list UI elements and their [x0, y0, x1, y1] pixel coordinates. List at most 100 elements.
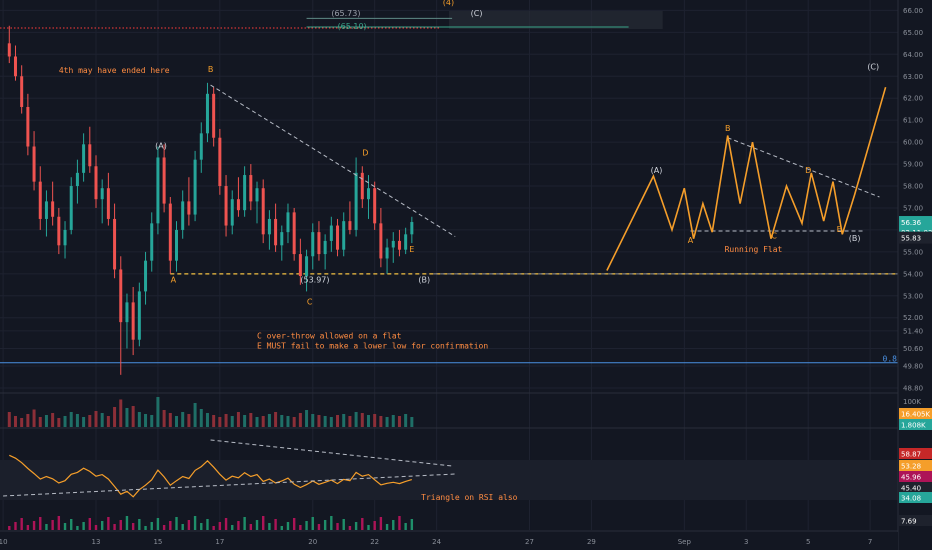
volume-bar [292, 417, 296, 427]
price-tick: 62.00 [903, 95, 923, 103]
rsi-histogram-bar [150, 522, 153, 530]
price-badge-text: 56.36 [901, 219, 922, 227]
candle-body [88, 144, 92, 167]
volume-bar [317, 415, 321, 427]
rsi-histogram-bar [70, 519, 73, 530]
rsi-histogram-bar [367, 525, 370, 530]
volume-bar [205, 413, 209, 427]
price-axis[interactable]: 66.00 65.00 64.00 63.00 62.00 61.00 60.00 59.00… [897, 0, 932, 550]
price-chart[interactable]: 4th may have ended here C over-throw allo… [0, 0, 932, 550]
time-axis-bg [0, 532, 898, 550]
price-tick: 60.00 [903, 139, 923, 147]
wave-label: D [805, 166, 811, 175]
rsi-badge-text: 45.96 [901, 474, 922, 482]
rsi-histogram-bar [212, 526, 215, 530]
volume-bar [13, 416, 17, 427]
candle-body [255, 188, 259, 202]
time-axis[interactable]: 10 13 15 17 20 22 24 27 29 Sep 3 5 7 [0, 532, 898, 550]
volume-bar [94, 411, 98, 427]
rsi-histogram-bar [299, 525, 302, 530]
candle-body [391, 240, 395, 248]
candle-body [150, 223, 154, 261]
candle-body [106, 188, 110, 219]
volume-bar [274, 412, 278, 427]
rsi-histogram-bar [385, 524, 389, 530]
candle-body [317, 232, 321, 255]
rsi-histogram-bar [187, 520, 191, 530]
volume-bar [373, 414, 377, 427]
wave-label: B [208, 65, 214, 74]
candle-body [329, 225, 333, 241]
volume-bar [131, 406, 135, 427]
volume-bar [397, 416, 401, 427]
candle-body [44, 201, 48, 219]
volume-bar [82, 417, 86, 427]
volume-bar [379, 416, 383, 427]
volume-bar [298, 413, 302, 427]
rsi-histogram-bar [94, 525, 98, 530]
rsi-histogram-bar [218, 522, 222, 530]
rsi-badge-text: 53.28 [901, 463, 921, 471]
volume-bar [106, 416, 110, 427]
price-tick: 65.00 [903, 29, 923, 37]
candle-body [379, 223, 383, 259]
volume-bar [311, 414, 315, 427]
wave-label: A [688, 236, 694, 245]
candle-body [249, 175, 253, 202]
rsi-histogram-bar [323, 520, 327, 530]
candle-body [236, 199, 240, 211]
rsi-histogram-bar [57, 516, 61, 530]
candle-body [75, 172, 79, 187]
rsi-annotation: Triangle on RSI also [421, 493, 518, 502]
rsi-badge-text: 45.40 [901, 485, 921, 493]
price-tick: 57.00 [903, 204, 923, 212]
candle-body [57, 216, 61, 246]
rsi-histogram-bar [348, 526, 352, 530]
rsi-histogram-bar [280, 526, 283, 530]
annotation: (53.97) [300, 276, 329, 285]
volume-bar [366, 415, 370, 427]
rsi-histogram-bar [63, 523, 67, 530]
candle-body [243, 175, 247, 211]
candle-body [218, 137, 222, 187]
rsi-histogram-bar [243, 517, 246, 530]
candle-body [7, 43, 11, 57]
rsi-histogram-bar [169, 521, 172, 530]
rsi-histogram-bar [113, 524, 116, 530]
volume-bar [7, 412, 11, 427]
volume-bar [119, 399, 123, 427]
rsi-histogram-bar [311, 517, 314, 530]
time-tick: 3 [744, 538, 748, 546]
volume-bar [404, 414, 408, 427]
volume-bar [156, 397, 160, 427]
volume-bar [224, 414, 228, 427]
annotation: (4) [443, 0, 454, 7]
price-tick: 52.00 [903, 314, 923, 322]
volume-bar [26, 414, 30, 427]
candle-body [125, 302, 129, 323]
wave-label: (B) [418, 276, 430, 285]
volume-bar [267, 414, 271, 427]
volume-bar [168, 413, 172, 427]
volume-bar [410, 417, 414, 427]
candle-body [212, 93, 216, 138]
wave-label: (B) [849, 234, 861, 243]
volume-bar [175, 416, 179, 427]
time-tick: 17 [215, 538, 224, 546]
rsi-histogram-bar [305, 521, 308, 530]
rsi-histogram-bar [231, 525, 234, 530]
price-tick: 63.00 [903, 73, 923, 81]
annotation: (C) [471, 9, 483, 18]
volume-bar [261, 416, 265, 427]
candle-body [366, 188, 370, 200]
time-tick: 22 [370, 538, 379, 546]
wave-label: B [725, 124, 731, 133]
wave-label: C [307, 298, 313, 307]
time-tick: 20 [308, 538, 317, 546]
wave-label: (A) [155, 142, 167, 151]
price-tick: 58.00 [903, 183, 923, 191]
volume-bar [20, 418, 24, 427]
price-tick: 55.00 [903, 248, 923, 256]
time-tick: 29 [587, 538, 596, 546]
volume-bar [348, 416, 352, 427]
